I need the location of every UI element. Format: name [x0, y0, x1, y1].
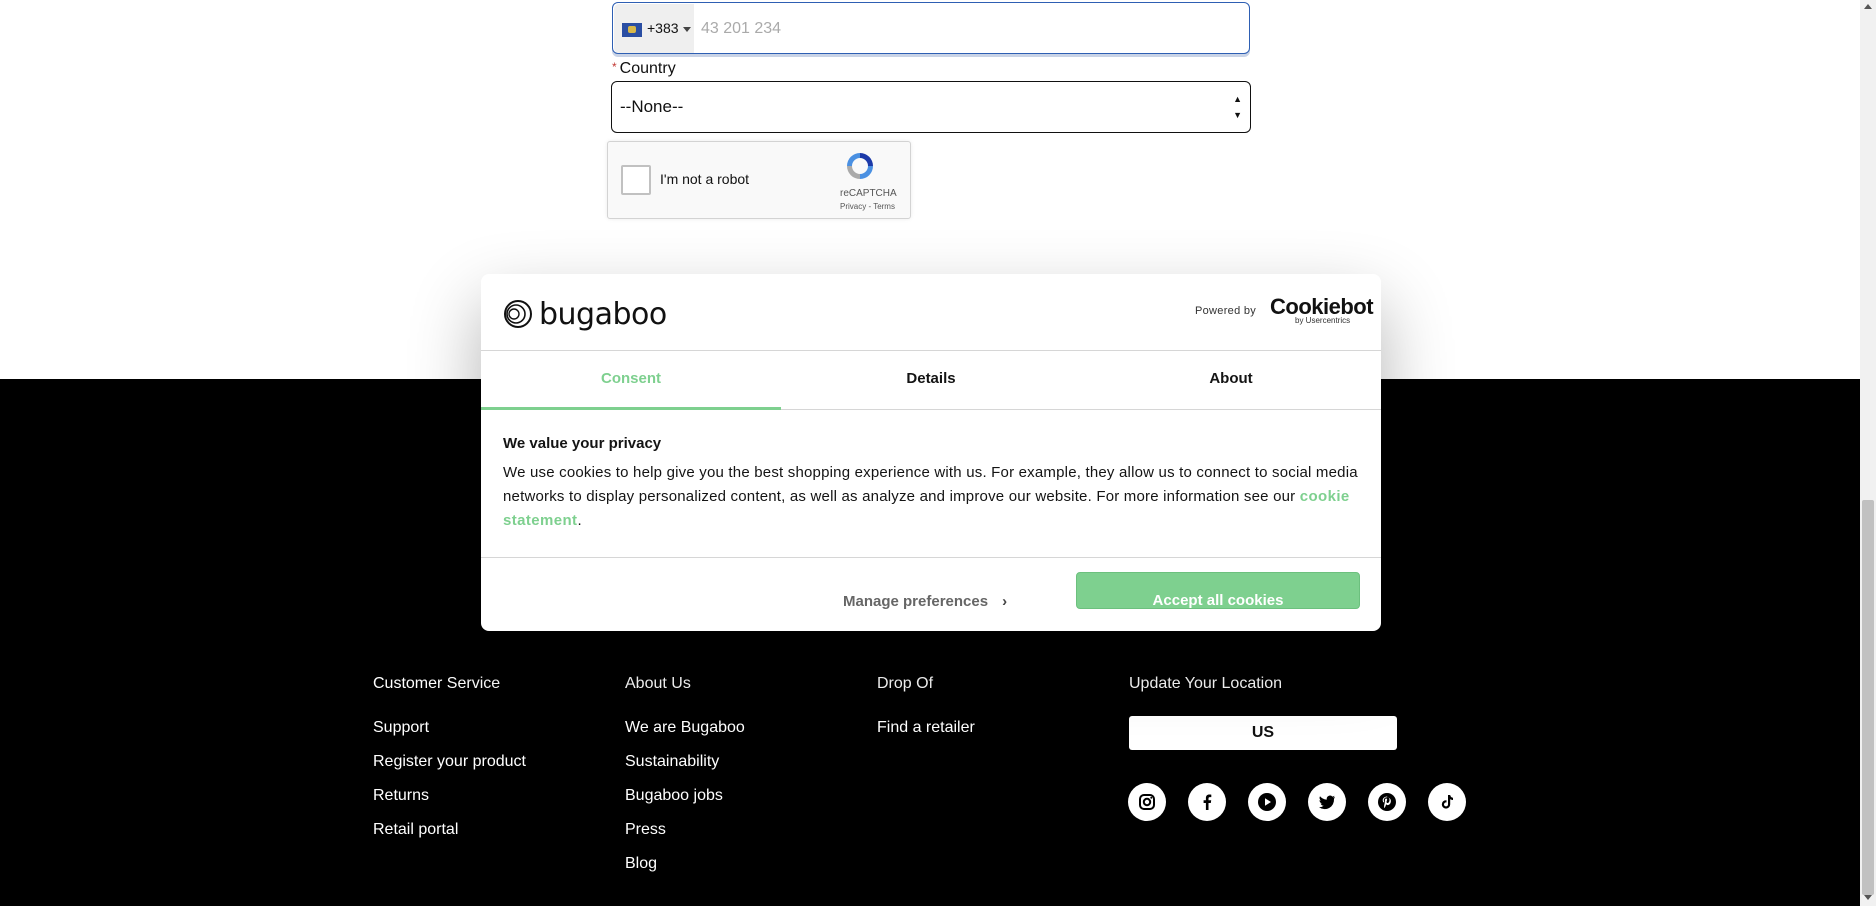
phone-field[interactable]: +383 — [612, 2, 1250, 55]
cookie-dialog-footer: Manage preferences › Accept all cookies — [481, 557, 1381, 632]
footer-link-press[interactable]: Press — [625, 821, 666, 839]
select-up-arrow-icon: ▲ — [1233, 94, 1242, 104]
cookie-consent-dialog: bugaboo Powered by Cookiebot by Usercent… — [481, 274, 1381, 631]
cookie-dialog-header: bugaboo Powered by Cookiebot by Usercent… — [481, 274, 1381, 351]
powered-by-label: Powered by — [1195, 305, 1257, 317]
dial-code: +383 — [647, 20, 679, 36]
tab-consent[interactable]: Consent — [481, 351, 781, 410]
country-select-value: --None-- — [620, 97, 684, 116]
footer-col-title-about-us: About Us — [625, 675, 691, 692]
select-down-arrow-icon: ▼ — [1233, 110, 1242, 120]
kosovo-flag-icon — [622, 23, 642, 37]
privacy-body-end: . — [577, 512, 582, 529]
chevron-right-icon: › — [1002, 593, 1008, 610]
bugaboo-logo: bugaboo — [503, 294, 667, 334]
footer-link-we-are-bugaboo[interactable]: We are Bugaboo — [625, 719, 745, 737]
bugaboo-logo-icon — [504, 300, 532, 328]
location-selector[interactable]: US — [1129, 716, 1397, 750]
footer-link-register-product[interactable]: Register your product — [373, 753, 526, 771]
facebook-icon[interactable] — [1188, 783, 1226, 821]
bugaboo-logo-text: bugaboo — [539, 296, 667, 332]
accept-all-cookies-button[interactable]: Accept all cookies — [1076, 572, 1360, 609]
caret-down-icon — [683, 27, 691, 32]
country-label: * Country — [612, 60, 676, 78]
youtube-icon[interactable] — [1248, 783, 1286, 821]
footer-link-sustainability[interactable]: Sustainability — [625, 753, 719, 771]
footer-link-find-retailer[interactable]: Find a retailer — [877, 719, 975, 737]
page: +383 *Country --None-- ▲ ▼ I'm not a rob… — [0, 0, 1876, 906]
privacy-title: We value your privacy — [503, 435, 662, 452]
manage-preferences-button[interactable]: Manage preferences › — [843, 593, 1007, 610]
footer-link-retail-portal[interactable]: Retail portal — [373, 821, 458, 839]
recaptcha-label: I'm not a robot — [660, 171, 750, 187]
recaptcha-brand: reCAPTCHA — [840, 188, 897, 199]
manage-preferences-label: Manage preferences — [843, 593, 989, 610]
footer-col-title-drop-of: Drop Of — [877, 675, 934, 692]
recaptcha-widget: I'm not a robot reCAPTCHA Privacy - Term… — [607, 141, 911, 219]
privacy-body: We use cookies to help give you the best… — [503, 461, 1363, 533]
footer-link-returns[interactable]: Returns — [373, 787, 429, 805]
recaptcha-links[interactable]: Privacy - Terms — [840, 202, 895, 211]
recaptcha-checkbox[interactable] — [621, 165, 651, 195]
footer-link-blog[interactable]: Blog — [625, 855, 657, 873]
footer-col-title-customer-service: Customer Service — [373, 675, 501, 692]
tab-details[interactable]: Details — [781, 351, 1081, 409]
phone-input[interactable] — [699, 3, 1243, 55]
usercentrics-label: by Usercentrics — [1295, 316, 1351, 325]
country-select[interactable]: --None-- ▲ ▼ — [611, 81, 1251, 133]
twitter-icon[interactable] — [1308, 783, 1346, 821]
scroll-down-arrow-icon[interactable] — [1864, 895, 1872, 900]
instagram-icon[interactable] — [1128, 783, 1166, 821]
footer-col-title-update-location: Update Your Location — [1129, 675, 1283, 692]
required-mark: * — [612, 60, 617, 74]
tab-about[interactable]: About — [1081, 351, 1381, 409]
tiktok-icon[interactable] — [1428, 783, 1466, 821]
scroll-up-arrow-icon[interactable] — [1864, 4, 1872, 9]
privacy-body-text: We use cookies to help give you the best… — [503, 464, 1358, 505]
footer-link-support[interactable]: Support — [373, 719, 429, 737]
cookie-tabs: Consent Details About — [481, 351, 1381, 410]
pinterest-icon[interactable] — [1368, 783, 1406, 821]
scrollbar-thumb[interactable] — [1862, 500, 1874, 895]
recaptcha-logo-icon — [847, 153, 873, 179]
country-code-selector[interactable]: +383 — [614, 4, 694, 53]
footer-link-bugaboo-jobs[interactable]: Bugaboo jobs — [625, 787, 723, 805]
country-label-text: Country — [619, 60, 676, 77]
page-scrollbar[interactable] — [1860, 0, 1876, 906]
